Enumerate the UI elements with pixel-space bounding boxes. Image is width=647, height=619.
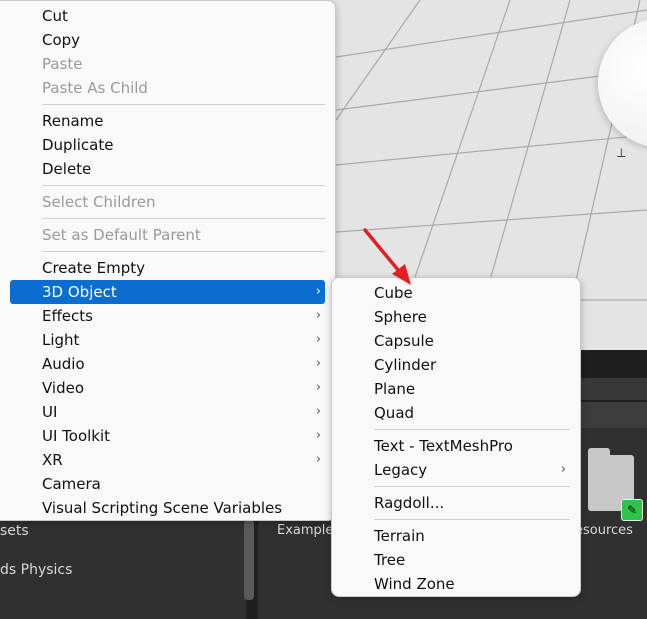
menu-separator bbox=[374, 519, 570, 520]
menu-item-camera[interactable]: Camera bbox=[10, 472, 325, 496]
gizmo-icon: ⟂ bbox=[617, 146, 626, 161]
menu-item-label: Set as Default Parent bbox=[42, 226, 201, 244]
chevron-right-icon: › bbox=[315, 452, 321, 467]
submenu-item-legacy[interactable]: Legacy › bbox=[342, 458, 570, 482]
menu-item-label: UI bbox=[42, 403, 58, 421]
submenu-item-quad[interactable]: Quad bbox=[342, 401, 570, 425]
menu-item-label: Copy bbox=[42, 31, 81, 49]
menu-separator bbox=[42, 104, 325, 105]
menu-separator bbox=[42, 218, 325, 219]
menu-item-label: 3D Object bbox=[42, 283, 117, 301]
menu-separator bbox=[374, 486, 570, 487]
menu-item-label: Create Empty bbox=[42, 259, 145, 277]
menu-item-create-empty[interactable]: Create Empty bbox=[10, 256, 325, 280]
menu-separator bbox=[42, 185, 325, 186]
menu-item-label: Cylinder bbox=[374, 356, 437, 374]
chevron-right-icon: › bbox=[315, 404, 321, 419]
menu-item-label: Visual Scripting Scene Variables bbox=[42, 499, 283, 517]
menu-item-label: Camera bbox=[42, 475, 101, 493]
menu-item-label: Capsule bbox=[374, 332, 434, 350]
submenu-item-wind-zone[interactable]: Wind Zone bbox=[342, 572, 570, 596]
submenu-item-terrain[interactable]: Terrain bbox=[342, 524, 570, 548]
menu-item-label: Audio bbox=[42, 355, 85, 373]
chevron-right-icon: › bbox=[315, 284, 321, 299]
menu-item-effects[interactable]: Effects › bbox=[10, 304, 325, 328]
submenu-item-plane[interactable]: Plane bbox=[342, 377, 570, 401]
menu-item-video[interactable]: Video › bbox=[10, 376, 325, 400]
left-panel-item[interactable]: sets bbox=[0, 523, 29, 539]
menu-item-light[interactable]: Light › bbox=[10, 328, 325, 352]
menu-item-label: Paste bbox=[42, 55, 83, 73]
submenu-item-sphere[interactable]: Sphere bbox=[342, 305, 570, 329]
menu-item-rename[interactable]: Rename bbox=[10, 109, 325, 133]
left-panel-item[interactable]: ds Physics bbox=[0, 562, 72, 578]
asset-label[interactable]: Example bbox=[277, 523, 333, 538]
panel-scrollbar[interactable] bbox=[244, 520, 254, 600]
chevron-right-icon: › bbox=[315, 332, 321, 347]
chevron-right-icon: › bbox=[315, 428, 321, 443]
menu-item-label: Select Children bbox=[42, 193, 156, 211]
menu-item-ui[interactable]: UI › bbox=[10, 400, 325, 424]
menu-item-label: Cut bbox=[42, 7, 68, 25]
menu-item-visual-scripting-scene-variables[interactable]: Visual Scripting Scene Variables bbox=[10, 496, 325, 520]
menu-item-label: Duplicate bbox=[42, 136, 114, 154]
menu-item-ui-toolkit[interactable]: UI Toolkit › bbox=[10, 424, 325, 448]
context-menu: Cut Copy Paste Paste As Child Rename Dup… bbox=[0, 0, 336, 521]
menu-item-copy[interactable]: Copy bbox=[10, 28, 325, 52]
chevron-right-icon: › bbox=[315, 308, 321, 323]
menu-item-audio[interactable]: Audio › bbox=[10, 352, 325, 376]
chevron-right-icon: › bbox=[560, 462, 566, 477]
submenu-item-ragdoll[interactable]: Ragdoll... bbox=[342, 491, 570, 515]
menu-item-label: Effects bbox=[42, 307, 93, 325]
chevron-right-icon: › bbox=[315, 356, 321, 371]
menu-item-label: Legacy bbox=[374, 461, 428, 479]
menu-item-label: Terrain bbox=[374, 527, 425, 545]
submenu-item-cylinder[interactable]: Cylinder bbox=[342, 353, 570, 377]
chevron-right-icon: › bbox=[315, 380, 321, 395]
submenu-item-capsule[interactable]: Capsule bbox=[342, 329, 570, 353]
menu-item-select-children: Select Children bbox=[10, 190, 325, 214]
submenu-item-tree[interactable]: Tree bbox=[342, 548, 570, 572]
menu-item-paste: Paste bbox=[10, 52, 325, 76]
menu-item-set-default-parent: Set as Default Parent bbox=[10, 223, 325, 247]
menu-item-label: Ragdoll... bbox=[374, 494, 445, 512]
edit-badge-icon: ✎ bbox=[621, 499, 643, 521]
menu-item-cut[interactable]: Cut bbox=[10, 4, 325, 28]
menu-item-label: Text - TextMeshPro bbox=[374, 437, 513, 455]
menu-item-label: XR bbox=[42, 451, 63, 469]
menu-item-label: Wind Zone bbox=[374, 575, 455, 593]
menu-item-label: Rename bbox=[42, 112, 104, 130]
red-arrow-icon bbox=[363, 228, 411, 285]
menu-item-label: UI Toolkit bbox=[42, 427, 111, 445]
submenu-3d-object: Cube Sphere Capsule Cylinder Plane Quad … bbox=[331, 277, 581, 597]
menu-item-label: Paste As Child bbox=[42, 79, 148, 97]
menu-item-label: Sphere bbox=[374, 308, 427, 326]
menu-separator bbox=[374, 429, 570, 430]
menu-item-label: Plane bbox=[374, 380, 416, 398]
menu-item-3d-object[interactable]: 3D Object › bbox=[10, 280, 325, 304]
menu-item-label: Quad bbox=[374, 404, 415, 422]
menu-item-delete[interactable]: Delete bbox=[10, 157, 325, 181]
menu-item-paste-as-child: Paste As Child bbox=[10, 76, 325, 100]
menu-item-label: Tree bbox=[374, 551, 406, 569]
menu-item-label: Light bbox=[42, 331, 80, 349]
menu-separator bbox=[42, 251, 325, 252]
menu-item-label: Video bbox=[42, 379, 85, 397]
menu-item-label: Delete bbox=[42, 160, 92, 178]
menu-item-duplicate[interactable]: Duplicate bbox=[10, 133, 325, 157]
menu-item-xr[interactable]: XR › bbox=[10, 448, 325, 472]
asset-label[interactable]: esources bbox=[575, 523, 633, 538]
submenu-item-text-textmeshpro[interactable]: Text - TextMeshPro bbox=[342, 434, 570, 458]
